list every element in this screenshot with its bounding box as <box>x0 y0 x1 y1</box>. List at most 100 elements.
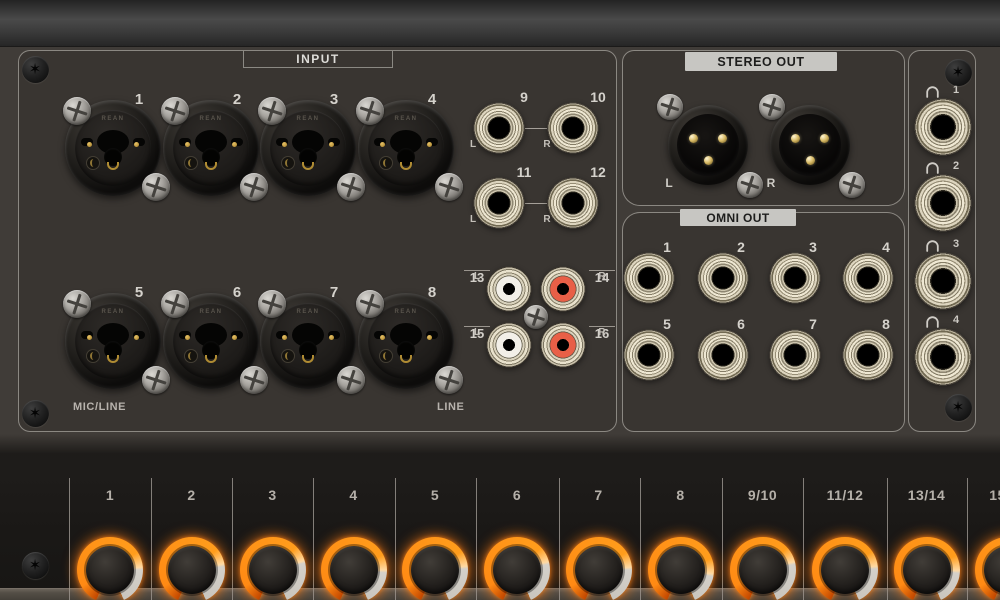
xlr-combo-face: REAN <box>368 303 444 379</box>
phones-out-jack <box>914 174 972 232</box>
gain-knob[interactable] <box>168 546 216 594</box>
xlr-pin-contact <box>380 335 385 340</box>
xlr-combo-face: REAN <box>75 110 151 186</box>
xlr-pin-contact <box>87 142 92 147</box>
xlr-pin-contact <box>185 142 190 147</box>
jack-number: 2 <box>225 91 249 107</box>
channel-divider <box>313 478 314 600</box>
line-input-trs-jack <box>547 177 599 229</box>
knob-channel-label: 3 <box>239 487 307 503</box>
jack-number: 6 <box>729 316 753 332</box>
channel-divider <box>232 478 233 600</box>
torx-screw <box>22 400 49 427</box>
xlr-pin-contact <box>427 335 432 340</box>
channel-side-label: L <box>474 326 480 339</box>
headphones-icon <box>925 239 940 252</box>
jack-number: 1 <box>949 84 963 96</box>
phillips-screw <box>258 97 286 125</box>
xlr-combo-face: REAN <box>270 110 346 186</box>
xlr-pin-contact <box>134 142 139 147</box>
xlr-face <box>677 114 739 176</box>
channel-divider <box>559 478 560 600</box>
jack-number: 10 <box>586 89 610 105</box>
jack-number: 5 <box>127 284 151 300</box>
latch-release-icon <box>379 349 393 363</box>
stereo-out-label: STEREO OUT <box>685 52 837 71</box>
torx-screw <box>22 552 49 579</box>
phillips-screw <box>63 97 91 125</box>
omni-out-jack <box>697 329 749 381</box>
channel-side-label: R <box>598 270 605 283</box>
knob-channel-label: 1 <box>76 487 144 503</box>
xlr-combo-face: REAN <box>270 303 346 379</box>
gain-knob[interactable] <box>86 546 134 594</box>
phones-out-jack <box>914 98 972 156</box>
xlr-pin-contact <box>329 335 334 340</box>
omni-out-jack <box>769 329 821 381</box>
phillips-screw <box>356 290 384 318</box>
channel-divider <box>887 478 888 600</box>
xlr-pin-contact <box>87 335 92 340</box>
latch-release-icon <box>281 156 295 170</box>
phillips-screw <box>161 290 189 318</box>
input-section-label: INPUT <box>243 51 393 68</box>
channel-side-label: L <box>466 214 480 226</box>
omni-out-jack <box>697 252 749 304</box>
channel-divider <box>151 478 152 600</box>
jack-number: 8 <box>420 284 444 300</box>
latch-release-icon <box>86 349 100 363</box>
channel-side-label: L <box>662 176 676 190</box>
gain-knob[interactable] <box>903 546 951 594</box>
gain-knob[interactable] <box>575 546 623 594</box>
xlr-pin-contact <box>329 142 334 147</box>
line-input-rca-jack <box>540 322 586 368</box>
jack-number: 12 <box>586 164 610 180</box>
xlr-pin-contact <box>232 142 237 147</box>
gain-knob[interactable] <box>411 546 459 594</box>
jack-number: 7 <box>322 284 346 300</box>
phillips-screw <box>258 290 286 318</box>
jack-number: 7 <box>801 316 825 332</box>
gain-knob[interactable] <box>330 546 378 594</box>
xlr-combo-face: REAN <box>173 110 249 186</box>
phillips-screw <box>161 97 189 125</box>
omni-out-jack <box>842 329 894 381</box>
xlr-pin-contact <box>380 142 385 147</box>
headphones-icon <box>925 85 940 98</box>
phillips-screw <box>63 290 91 318</box>
xlr-pin-contact <box>282 335 287 340</box>
gain-knob[interactable] <box>821 546 869 594</box>
torx-screw <box>945 59 972 86</box>
phillips-screw <box>839 172 865 198</box>
knob-channel-label: 15/16 <box>974 487 1000 503</box>
jack-number: 11 <box>512 164 536 180</box>
chassis-top-edge <box>0 0 1000 47</box>
xlr-pin <box>820 134 829 143</box>
trs-contact <box>205 162 217 170</box>
gain-knob[interactable] <box>657 546 705 594</box>
mic-line-legend-text: MIC/LINE <box>73 401 126 413</box>
gain-knob[interactable] <box>249 546 297 594</box>
mixer-rear-panel: INPUT STEREO OUT OMNI OUT MIC/LINE LINE … <box>0 0 1000 600</box>
line-input-rca-jack <box>540 266 586 312</box>
omni-out-jack <box>623 252 675 304</box>
line-input-rca-jack <box>486 322 532 368</box>
channel-side-label: R <box>598 326 605 339</box>
trs-contact <box>400 355 412 363</box>
line-input-rca-jack <box>486 266 532 312</box>
xlr-pin <box>806 156 815 165</box>
knob-channel-label: 9/10 <box>729 487 797 503</box>
gain-knob[interactable] <box>493 546 541 594</box>
channel-side-label: R <box>540 214 554 226</box>
knob-channel-label: 7 <box>565 487 633 503</box>
line-input-trs-jack <box>473 177 525 229</box>
xlr-pin <box>689 134 698 143</box>
xlr-pin <box>718 134 727 143</box>
phillips-screw <box>657 94 683 120</box>
latch-release-icon <box>281 349 295 363</box>
trs-contact <box>205 355 217 363</box>
jack-number: 2 <box>949 160 963 172</box>
gain-knob[interactable] <box>739 546 787 594</box>
latch-release-icon <box>86 156 100 170</box>
line-input-trs-jack <box>473 102 525 154</box>
